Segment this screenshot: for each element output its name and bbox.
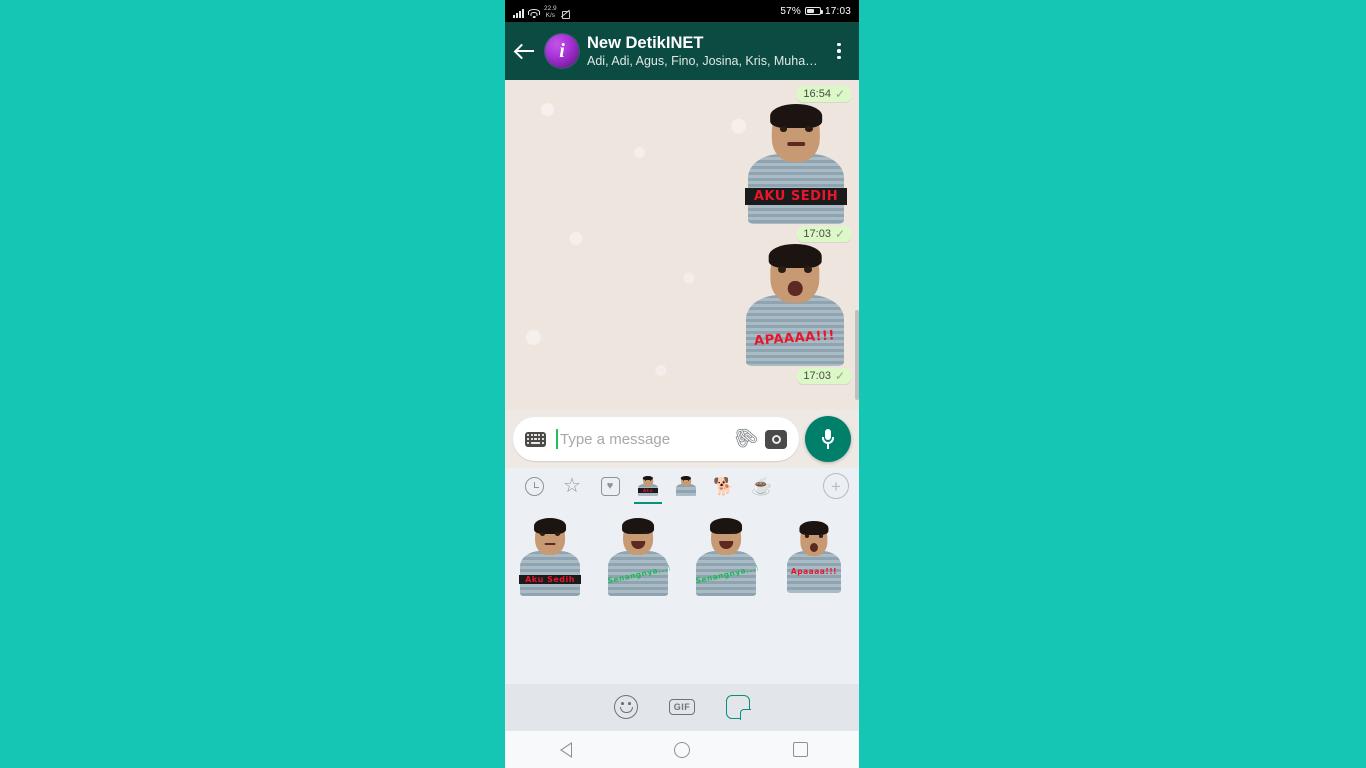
message-input-pill[interactable]: Type a message 🖇 [513,417,799,461]
sticker-tab[interactable] [721,690,755,724]
plus-icon: + [831,476,841,496]
mute-icon [561,9,570,19]
sticker-thumb-happy[interactable]: Senangnya...!!! [692,518,760,596]
sticker-grid-item[interactable]: Aku Sedih [509,516,591,598]
back-arrow-icon[interactable] [513,39,537,63]
message-input-bar: Type a message 🖇 [505,410,859,468]
message-time: 16:54 [803,88,831,100]
cup-sticker-icon: ☕ [751,476,773,496]
sticker-caption: Aku Sedih [518,574,582,584]
sticker-grid-item[interactable]: Senangnya...!!! [597,516,679,598]
sticker-thumb-happy[interactable]: Senangnya...!!! [604,518,672,596]
nav-recents-button[interactable] [776,731,824,768]
square-recents-icon [792,742,808,757]
sticker-grid-item[interactable]: Apaaaa!!! [773,516,855,598]
heart-box-icon: ♥ [600,476,620,496]
sticker-grid-item[interactable]: Senangnya...!!! [685,516,767,598]
star-icon: ☆ [563,475,581,497]
chat-scrollbar[interactable] [855,310,859,400]
sticker-thumb-shocked[interactable]: Apaaaa!!! [783,521,845,593]
message-timestamp-row: 17:03 ✓ [513,226,851,242]
battery-percent: 57% [780,5,801,17]
circle-home-icon [674,741,690,758]
status-badge: 16:54 ✓ [797,86,851,102]
network-speed-unit: K/s [545,11,556,19]
clock-icon [524,476,544,496]
signal-icon [513,9,524,18]
overflow-menu-icon[interactable] [829,39,849,63]
sticker-caption: Apaaaa!!! [790,566,838,576]
camera-icon[interactable] [765,429,787,449]
delivery-tick-icon: ✓ [834,369,845,383]
microphone-button[interactable] [805,416,851,462]
sticker-thumb-sad[interactable]: Aku Sedih [516,518,584,596]
battery-icon [804,7,823,15]
person-sticker-icon: Aku [637,476,659,496]
keyboard-icon[interactable] [525,431,546,447]
message-time: 17:03 [803,370,831,382]
smiley-icon [614,695,638,719]
sticker-message[interactable]: APAAAA!!! [513,244,851,366]
search-input[interactable]: Type a message [556,431,723,448]
sticker-picker-panel: ☆ ♥ Aku 🐕 ☕ + Aku Sedih Senangnya...!!! … [505,468,859,730]
gif-icon: GIF [668,699,696,715]
sticker-pack-tabs: ☆ ♥ Aku 🐕 ☕ + [505,468,859,504]
status-clock: 17:03 [824,5,851,17]
message-time: 17:03 [803,228,831,240]
microphone-icon [822,429,834,449]
dog-sticker-icon: 🐕 [713,476,735,496]
emoji-tab[interactable] [609,690,643,724]
avatar-letter: i [559,40,565,62]
sticker-tab-pack-person-two[interactable] [667,468,705,504]
chat-participants: Adi, Adi, Agus, Fino, Josina, Kris, Muha… [587,53,821,68]
message-timestamp-row: 17:03 ✓ [513,368,851,384]
paperclip-icon[interactable]: 🖇 [729,422,762,455]
sticker-image-sad[interactable]: AKU SEDIH [741,104,851,224]
phone-screenshot: 22.9 K/s 57% 17:03 i New DetikINET Adi, … [505,0,859,768]
add-sticker-pack-button[interactable]: + [823,473,849,499]
chat-message-list[interactable]: 16:54 ✓ AKU SEDIH 17:03 ✓ APAAAA!!! 17:0… [505,80,859,410]
sticker-tab-starred[interactable]: ☆ [553,468,591,504]
person-sticker-icon [675,476,697,496]
sticker-caption: AKU SEDIH [745,187,847,205]
picker-bottom-tabs: GIF [505,684,859,730]
sticker-icon [726,695,750,719]
page-title: New DetikINET [587,33,704,52]
sticker-tab-pack-dog[interactable]: 🐕 [705,468,743,504]
network-speed: 22.9 K/s [544,5,557,19]
chat-header: i New DetikINET Adi, Adi, Agus, Fino, Jo… [505,22,859,80]
sticker-tab-pack-detikinet[interactable]: Aku [629,468,667,504]
sticker-tab-favorites[interactable]: ♥ [591,468,629,504]
status-bar: 22.9 K/s 57% 17:03 [505,0,859,22]
triangle-back-icon [558,741,572,758]
nav-home-button[interactable] [658,731,706,768]
sticker-grid: Aku Sedih Senangnya...!!! Senangnya...!!… [505,504,859,684]
wifi-icon [528,9,540,18]
avatar[interactable]: i [545,34,579,68]
sticker-image-shocked[interactable]: APAAAA!!! [739,244,851,366]
status-badge: 17:03 ✓ [797,226,851,242]
delivery-tick-icon: ✓ [834,227,845,241]
sticker-tab-recent[interactable] [515,468,553,504]
sticker-message[interactable]: AKU SEDIH [513,104,851,224]
message-timestamp-row: 16:54 ✓ [513,86,851,102]
delivery-tick-icon: ✓ [834,87,845,101]
chat-header-text[interactable]: New DetikINET Adi, Adi, Agus, Fino, Josi… [587,34,821,68]
android-navigation-bar [505,730,859,768]
status-badge: 17:03 ✓ [797,368,851,384]
gif-tab[interactable]: GIF [665,690,699,724]
sticker-tab-pack-cup[interactable]: ☕ [743,468,781,504]
nav-back-button[interactable] [540,731,588,768]
